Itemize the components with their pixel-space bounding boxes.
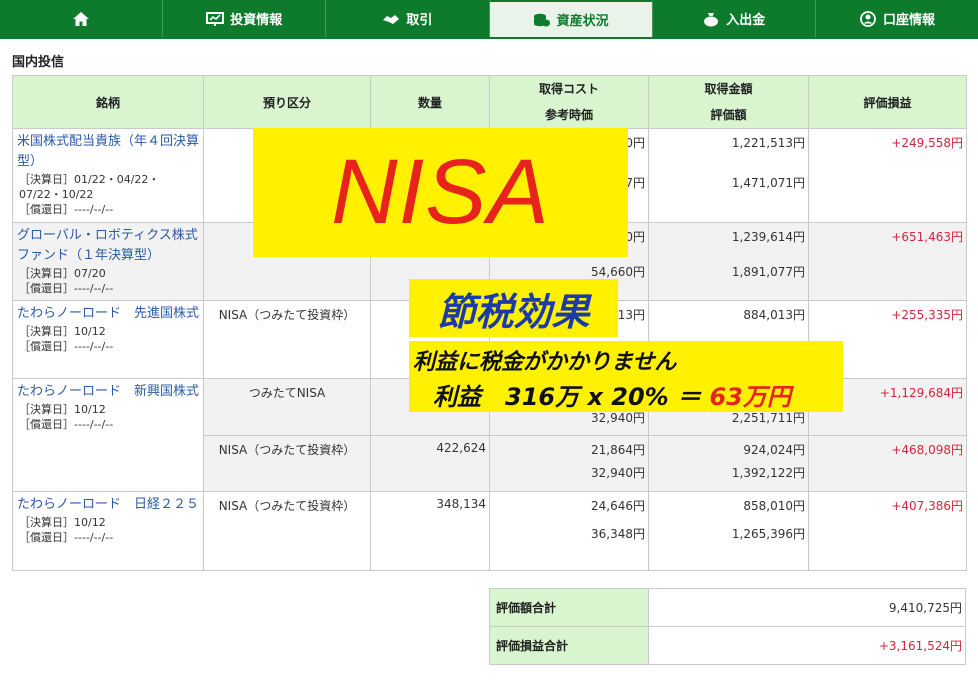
home-icon: [73, 11, 90, 26]
pl-cell: +651,463円: [808, 222, 967, 301]
nav-invest-info[interactable]: 投資情報: [163, 0, 327, 37]
tax-saving-overlay-text: 節税効果: [437, 289, 590, 334]
fund-cell: たわらノーロード 新興国株式 ［決算日］10/12 ［償還日］----/--/-…: [12, 378, 204, 492]
price-value: 36,348円: [591, 527, 645, 541]
col-header-name: 銘柄: [12, 75, 204, 129]
nav-home[interactable]: [0, 0, 164, 37]
fund-name-link[interactable]: グローバル・ロボティクス株式ファンド（１年決算型）: [13, 223, 203, 266]
summary-table: 評価額合計 9,410,725円 評価損益合計 +3,161,524円: [489, 588, 966, 665]
col-header-cost-2: 参考時価: [544, 108, 593, 122]
tax-calc-text: 利益 316万 x 20% ＝: [433, 383, 710, 411]
nav-account[interactable]: 口座情報: [816, 0, 978, 37]
cost-cell: 21,864円 32,940円: [489, 435, 649, 492]
acq-amount-value: 924,024円: [743, 443, 805, 457]
nav-trade-label: 取引: [406, 13, 433, 28]
fund-redeem-date: ［償還日］----/--/--: [19, 340, 114, 353]
amount-cell: 1,221,513円 1,471,071円: [648, 128, 809, 223]
nav-underline: [0, 37, 978, 39]
tax-explanation-overlay: 利益に税金がかかりません 利益 316万 x 20% ＝ 63万円: [409, 341, 843, 412]
pl-total-value: +3,161,524円: [648, 626, 966, 665]
nav-deposit-label: 入出金: [726, 13, 766, 28]
table-row: たわらノーロード 日経２２５ ［決算日］10/12 ［償還日］----/--/-…: [12, 491, 967, 571]
nav-assets-label: 資産状況: [556, 14, 609, 29]
nav-assets[interactable]: 資産状況: [489, 0, 653, 37]
pl-cell: +249,558円: [808, 128, 967, 223]
nav-account-label: 口座情報: [882, 13, 935, 28]
chart-board-icon: [206, 11, 225, 26]
fund-name-link[interactable]: たわらノーロード 先進国株式: [13, 301, 203, 324]
eval-total-label: 評価額合計: [489, 588, 649, 627]
nisa-overlay: NISA: [253, 128, 628, 257]
col-header-pl: 評価損益: [808, 75, 967, 129]
col-header-cost: 取得コスト 参考時価: [489, 75, 649, 129]
top-nav: 投資情報 取引 資産状況 入出金 口座情報: [0, 0, 978, 37]
handshake-icon: [383, 14, 400, 24]
price-value: 32,940円: [591, 466, 645, 480]
account-type-cell: NISA（つみたて投資枠）: [203, 300, 371, 379]
fund-cell: グローバル・ロボティクス株式ファンド（１年決算型） ［決算日］07/20 ［償還…: [12, 222, 204, 301]
section-title: 国内投信: [12, 55, 65, 70]
fund-settle-date: ［決算日］10/12: [19, 325, 106, 338]
user-circle-icon: [860, 10, 876, 27]
fund-redeem-date: ［償還日］----/--/--: [19, 531, 114, 544]
account-type-cell: つみたてNISA: [203, 378, 371, 436]
pl-cell: +468,098円: [808, 435, 967, 492]
pl-total-label: 評価損益合計: [489, 626, 649, 665]
price-value: 54,660円: [591, 265, 645, 279]
tax-saving-amount: 63万円: [709, 383, 791, 411]
cost-value: 21,864円: [591, 443, 645, 457]
coins-icon: [533, 13, 550, 26]
fund-redeem-date: ［償還日］----/--/--: [19, 282, 114, 295]
pl-cell: +407,386円: [808, 491, 967, 571]
col-header-quantity: 数量: [370, 75, 490, 129]
cost-value: 24,646円: [591, 499, 645, 513]
fund-name-link[interactable]: 米国株式配当貴族（年４回決算型）: [13, 129, 203, 172]
account-type-cell: NISA（つみたて投資枠）: [203, 435, 371, 492]
cost-cell: 24,646円 36,348円: [489, 491, 649, 571]
fund-settle-date: ［決算日］01/22・04/22・07/22・10/22: [19, 173, 160, 201]
acq-amount-value: 884,013円: [743, 308, 805, 322]
fund-cell: たわらノーロード 先進国株式 ［決算日］10/12 ［償還日］----/--/-…: [12, 300, 204, 379]
fund-settle-date: ［決算日］10/12: [19, 516, 106, 529]
col-header-amount: 取得金額 評価額: [648, 75, 809, 129]
acq-amount-value: 1,239,614円: [731, 230, 805, 244]
col-header-account-type: 預り区分: [203, 75, 371, 129]
col-header-amount-1: 取得金額: [704, 82, 753, 96]
col-header-amount-2: 評価額: [710, 108, 747, 122]
fund-cell: たわらノーロード 日経２２５ ［決算日］10/12 ［償還日］----/--/-…: [12, 491, 204, 571]
nav-deposit[interactable]: 入出金: [653, 0, 816, 37]
tax-explanation-line1: 利益に税金がかかりません: [413, 350, 677, 375]
fund-name-link[interactable]: たわらノーロード 日経２２５: [13, 492, 203, 515]
eval-amount-value: 1,471,071円: [731, 176, 805, 190]
quantity-cell: 422,624: [370, 435, 490, 492]
fund-name-link[interactable]: たわらノーロード 新興国株式: [13, 379, 203, 402]
summary-row: 評価額合計 9,410,725円: [489, 588, 966, 627]
tax-saving-overlay: 節税効果: [409, 279, 618, 337]
acq-amount-value: 858,010円: [743, 499, 805, 513]
eval-total-value: 9,410,725円: [648, 588, 966, 627]
nisa-overlay-text: NISA: [331, 141, 550, 243]
eval-amount-value: 1,392,122円: [731, 466, 805, 480]
fund-cell: 米国株式配当貴族（年４回決算型） ［決算日］01/22・04/22・07/22・…: [12, 128, 204, 223]
table-header-row: 銘柄 預り区分 数量 取得コスト 参考時価 取得金額 評価額 評価損益: [12, 75, 967, 129]
col-header-cost-1: 取得コスト: [538, 82, 599, 96]
amount-cell: 1,239,614円 1,891,077円: [648, 222, 809, 301]
eval-amount-value: 1,891,077円: [731, 265, 805, 279]
amount-cell: 924,024円 1,392,122円: [648, 435, 809, 492]
fund-redeem-date: ［償還日］----/--/--: [19, 203, 114, 216]
fund-settle-date: ［決算日］07/20: [19, 267, 106, 280]
eval-amount-value: 1,265,396円: [731, 527, 805, 541]
nav-invest-info-label: 投資情報: [230, 13, 283, 28]
fund-redeem-date: ［償還日］----/--/--: [19, 418, 114, 431]
quantity-cell: 348,134: [370, 491, 490, 571]
tax-explanation-line2: 利益 316万 x 20% ＝ 63万円: [433, 377, 791, 412]
nav-trade[interactable]: 取引: [326, 0, 490, 37]
fund-settle-date: ［決算日］10/12: [19, 403, 106, 416]
amount-cell: 858,010円 1,265,396円: [648, 491, 809, 571]
account-type-cell: NISA（つみたて投資枠）: [203, 491, 371, 571]
money-bag-icon: [704, 12, 719, 26]
acq-amount-value: 1,221,513円: [731, 136, 805, 150]
summary-row: 評価損益合計 +3,161,524円: [489, 626, 966, 665]
